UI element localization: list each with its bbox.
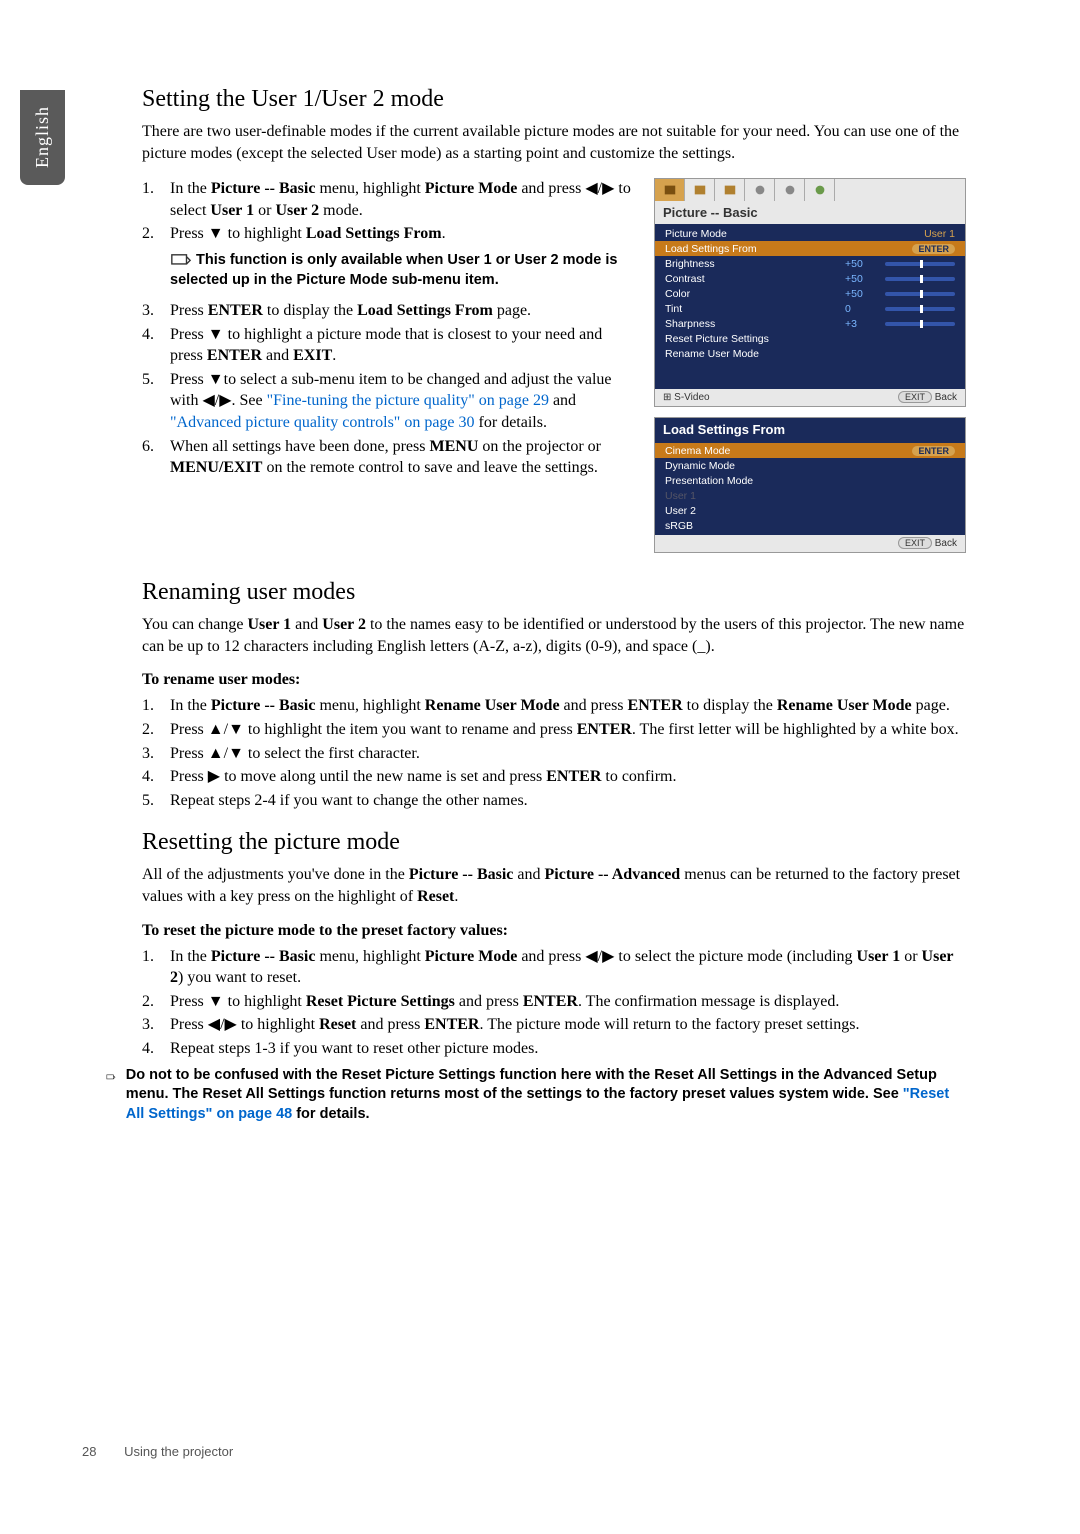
note-icon	[106, 1068, 116, 1082]
note-icon	[170, 253, 192, 267]
s1-step3: 3. Press ENTER to display the Load Setti…	[142, 300, 636, 322]
s1-step2: 2. Press ▼ to highlight Load Settings Fr…	[142, 223, 636, 245]
exit-button: EXIT	[898, 391, 932, 403]
language-label: English	[32, 106, 53, 168]
s3-subtitle: To reset the picture mode to the preset …	[142, 922, 966, 940]
osd-tab-icon	[685, 179, 715, 201]
osd-load-settings: Load Settings From Cinema ModeENTER Dyna…	[654, 417, 966, 553]
osd-tab-icon	[745, 179, 775, 201]
section1-title: Setting the User 1/User 2 mode	[142, 86, 966, 113]
osd2-title: Load Settings From	[655, 418, 965, 441]
osd-tab-icon	[715, 179, 745, 201]
section3-intro: All of the adjustments you've done in th…	[142, 864, 966, 907]
enter-button: ENTER	[912, 446, 955, 456]
section2-intro: You can change User 1 and User 2 to the …	[142, 614, 966, 657]
s1-note: This function is only available when Use…	[170, 251, 636, 290]
s1-step1: 1. In the Picture -- Basic menu, highlig…	[142, 178, 636, 221]
s3-step2: 2. Press ▼ to highlight Reset Picture Se…	[142, 991, 966, 1013]
s3-step4: 4.Repeat steps 1-3 if you want to reset …	[142, 1038, 966, 1060]
s2-step4: 4. Press ▶ to move along until the new n…	[142, 766, 966, 788]
s3-step1: 1. In the Picture -- Basic menu, highlig…	[142, 946, 966, 989]
osd1-title: Picture -- Basic	[655, 201, 965, 224]
s2-subtitle: To rename user modes:	[142, 671, 966, 689]
s3-footnote: Do not to be confused with the Reset Pic…	[106, 1066, 966, 1125]
section3-steps: 1. In the Picture -- Basic menu, highlig…	[142, 946, 966, 1060]
page-footer: 28 Using the projector	[82, 1444, 233, 1459]
page-number: 28	[82, 1444, 96, 1459]
section2-title: Renaming user modes	[142, 579, 966, 606]
section3-title: Resetting the picture mode	[142, 829, 966, 856]
section1-intro: There are two user-definable modes if th…	[142, 121, 966, 164]
osd-tab-icon	[775, 179, 805, 201]
section2-steps: 1. In the Picture -- Basic menu, highlig…	[142, 695, 966, 811]
footer-label: Using the projector	[124, 1444, 233, 1459]
s2-step1: 1. In the Picture -- Basic menu, highlig…	[142, 695, 966, 717]
s1-step4: 4. Press ▼ to highlight a picture mode t…	[142, 324, 636, 367]
enter-button: ENTER	[912, 244, 955, 254]
exit-button: EXIT	[898, 537, 932, 549]
page-content: Setting the User 1/User 2 mode There are…	[142, 86, 966, 1124]
link-fine-tuning[interactable]: "Fine-tuning the picture quality" on pag…	[267, 392, 549, 409]
osd-picture-basic: Picture -- Basic Picture ModeUser 1 Load…	[654, 178, 966, 407]
section1-steps: 1. In the Picture -- Basic menu, highlig…	[142, 178, 636, 245]
s2-step2: 2. Press ▲/▼ to highlight the item you w…	[142, 719, 966, 741]
link-advanced-quality[interactable]: "Advanced picture quality controls" on p…	[170, 414, 475, 431]
s2-step5: 5.Repeat steps 2-4 if you want to change…	[142, 790, 966, 812]
s3-step3: 3. Press ◀/▶ to highlight Reset and pres…	[142, 1014, 966, 1036]
osd-tab-icon	[805, 179, 835, 201]
osd1-source: ⊞ S-Video	[663, 392, 710, 403]
osd-tab-icon	[655, 179, 685, 201]
language-tab: English	[20, 90, 65, 185]
s2-step3: 3.Press ▲/▼ to select the first characte…	[142, 743, 966, 765]
s1-step5: 5. Press ▼to select a sub-menu item to b…	[142, 369, 636, 434]
s1-step6: 6. When all settings have been done, pre…	[142, 436, 636, 479]
